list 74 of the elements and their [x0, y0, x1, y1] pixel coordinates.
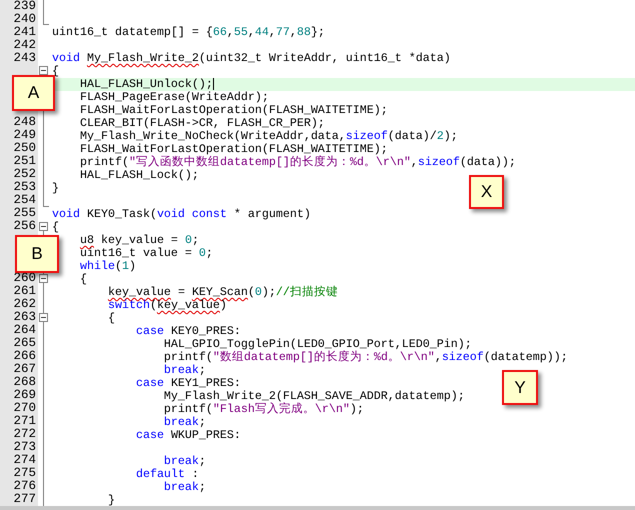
code-line: My_Flash_Write_2(FLASH_SAVE_ADDR,datatemp);	[162, 390, 465, 403]
code-line: printf("Flash写入完成。\r\n");	[162, 403, 364, 416]
line-number: 240	[13, 13, 36, 26]
horizontal-scrollbar[interactable]	[0, 506, 635, 510]
callout-label: A	[12, 75, 55, 111]
line-number: 274	[13, 454, 36, 468]
line-number: 263	[13, 311, 36, 324]
code-line: uint16_t value = 0;	[78, 247, 213, 260]
line-number: 264	[13, 324, 36, 338]
code-line: case KEY0_PRES:	[134, 325, 241, 338]
line-number: 272	[13, 428, 36, 442]
code-line: switch(key_value)	[106, 299, 227, 312]
line-number: 242	[13, 39, 36, 52]
code-line: FLASH_PageErase(WriteAddr);	[78, 91, 269, 104]
fold-toggle-icon[interactable]	[39, 66, 48, 75]
fold-toggle-icon[interactable]	[39, 313, 48, 322]
line-number: 253	[13, 181, 36, 194]
code-line: void KEY0_Task(void const * argument)	[51, 208, 311, 221]
line-number: 248	[13, 116, 36, 130]
code-line: FLASH_WaitForLastOperation(FLASH_WAITETIME);	[78, 143, 388, 156]
code-line: FLASH_WaitForLastOperation(FLASH_WAITETIME);	[78, 104, 388, 117]
line-number: 275	[13, 467, 36, 480]
code-line: while(1)	[78, 260, 136, 273]
code-line: printf("数组datatemp[]的长度为：%d。\r\n",sizeof(datatemp));	[162, 351, 568, 364]
code-line: HAL_FLASH_Lock();	[78, 169, 199, 182]
line-number: 251	[13, 155, 36, 168]
line-number: 262	[13, 298, 36, 312]
callout-label: X	[469, 175, 504, 209]
line-number: 254	[13, 194, 36, 208]
code-line: {	[106, 312, 115, 325]
line-number: 261	[13, 285, 36, 298]
line-number: 273	[13, 441, 36, 454]
line-number: 265	[13, 337, 36, 350]
code-line: {	[78, 273, 87, 286]
line-number: 270	[13, 402, 36, 416]
line-number: 260	[13, 272, 36, 286]
code-line: uint16_t datatemp[] = {66,55,44,77,88};	[51, 26, 325, 39]
code-line: break;	[162, 416, 206, 429]
line-number: 243	[13, 52, 36, 65]
line-number: 255	[13, 207, 36, 220]
callout-label: Y	[502, 370, 538, 405]
code-line: }	[51, 182, 59, 195]
code-line: {	[51, 65, 59, 78]
line-number: 256	[13, 220, 36, 234]
code-line: default :	[134, 468, 199, 481]
code-line: break;	[162, 364, 206, 377]
fold-toggle-icon[interactable]	[39, 222, 48, 231]
code-line: My_Flash_Write_NoCheck(WriteAddr,data,sizeof(data)/2);	[78, 130, 458, 143]
code-line: CLEAR_BIT(FLASH->CR, FLASH_CR_PER);	[78, 117, 325, 130]
line-number: 239	[13, 0, 36, 13]
line-number: 241	[13, 26, 36, 39]
line-number: 276	[13, 480, 36, 494]
code-line: u8 key_value = 0;	[78, 234, 199, 247]
code-line: HAL_GPIO_TogglePin(LED0_GPIO_Port,LED0_Pin);	[162, 338, 472, 351]
fold-toggle-icon[interactable]	[39, 274, 48, 283]
line-number: 267	[13, 363, 36, 376]
code-line: case KEY1_PRES:	[134, 377, 241, 390]
code-line: void My_Flash_Write_2(uint32_t WriteAddr, uint16_t *data)	[51, 52, 451, 65]
line-number: 271	[13, 415, 36, 428]
code-line: {	[51, 221, 59, 234]
code-line: }	[106, 494, 115, 507]
code-line: break;	[162, 481, 206, 494]
line-number: 266	[13, 350, 36, 364]
code-line: key_value = KEY_Scan(0);//扫描按键	[106, 286, 338, 299]
line-number: 250	[13, 142, 36, 156]
code-line: printf("写入函数中数组datatemp[]的长度为：%d。\r\n",sizeof(data));	[78, 156, 516, 169]
line-number: 249	[13, 129, 36, 142]
line-number: 252	[13, 168, 36, 182]
code-line: break;	[162, 455, 206, 468]
line-number: 269	[13, 389, 36, 402]
callout-label: B	[15, 235, 59, 273]
code-line: case WKUP_PRES:	[134, 429, 241, 442]
line-number: 277	[13, 493, 36, 506]
line-number: 268	[13, 376, 36, 390]
